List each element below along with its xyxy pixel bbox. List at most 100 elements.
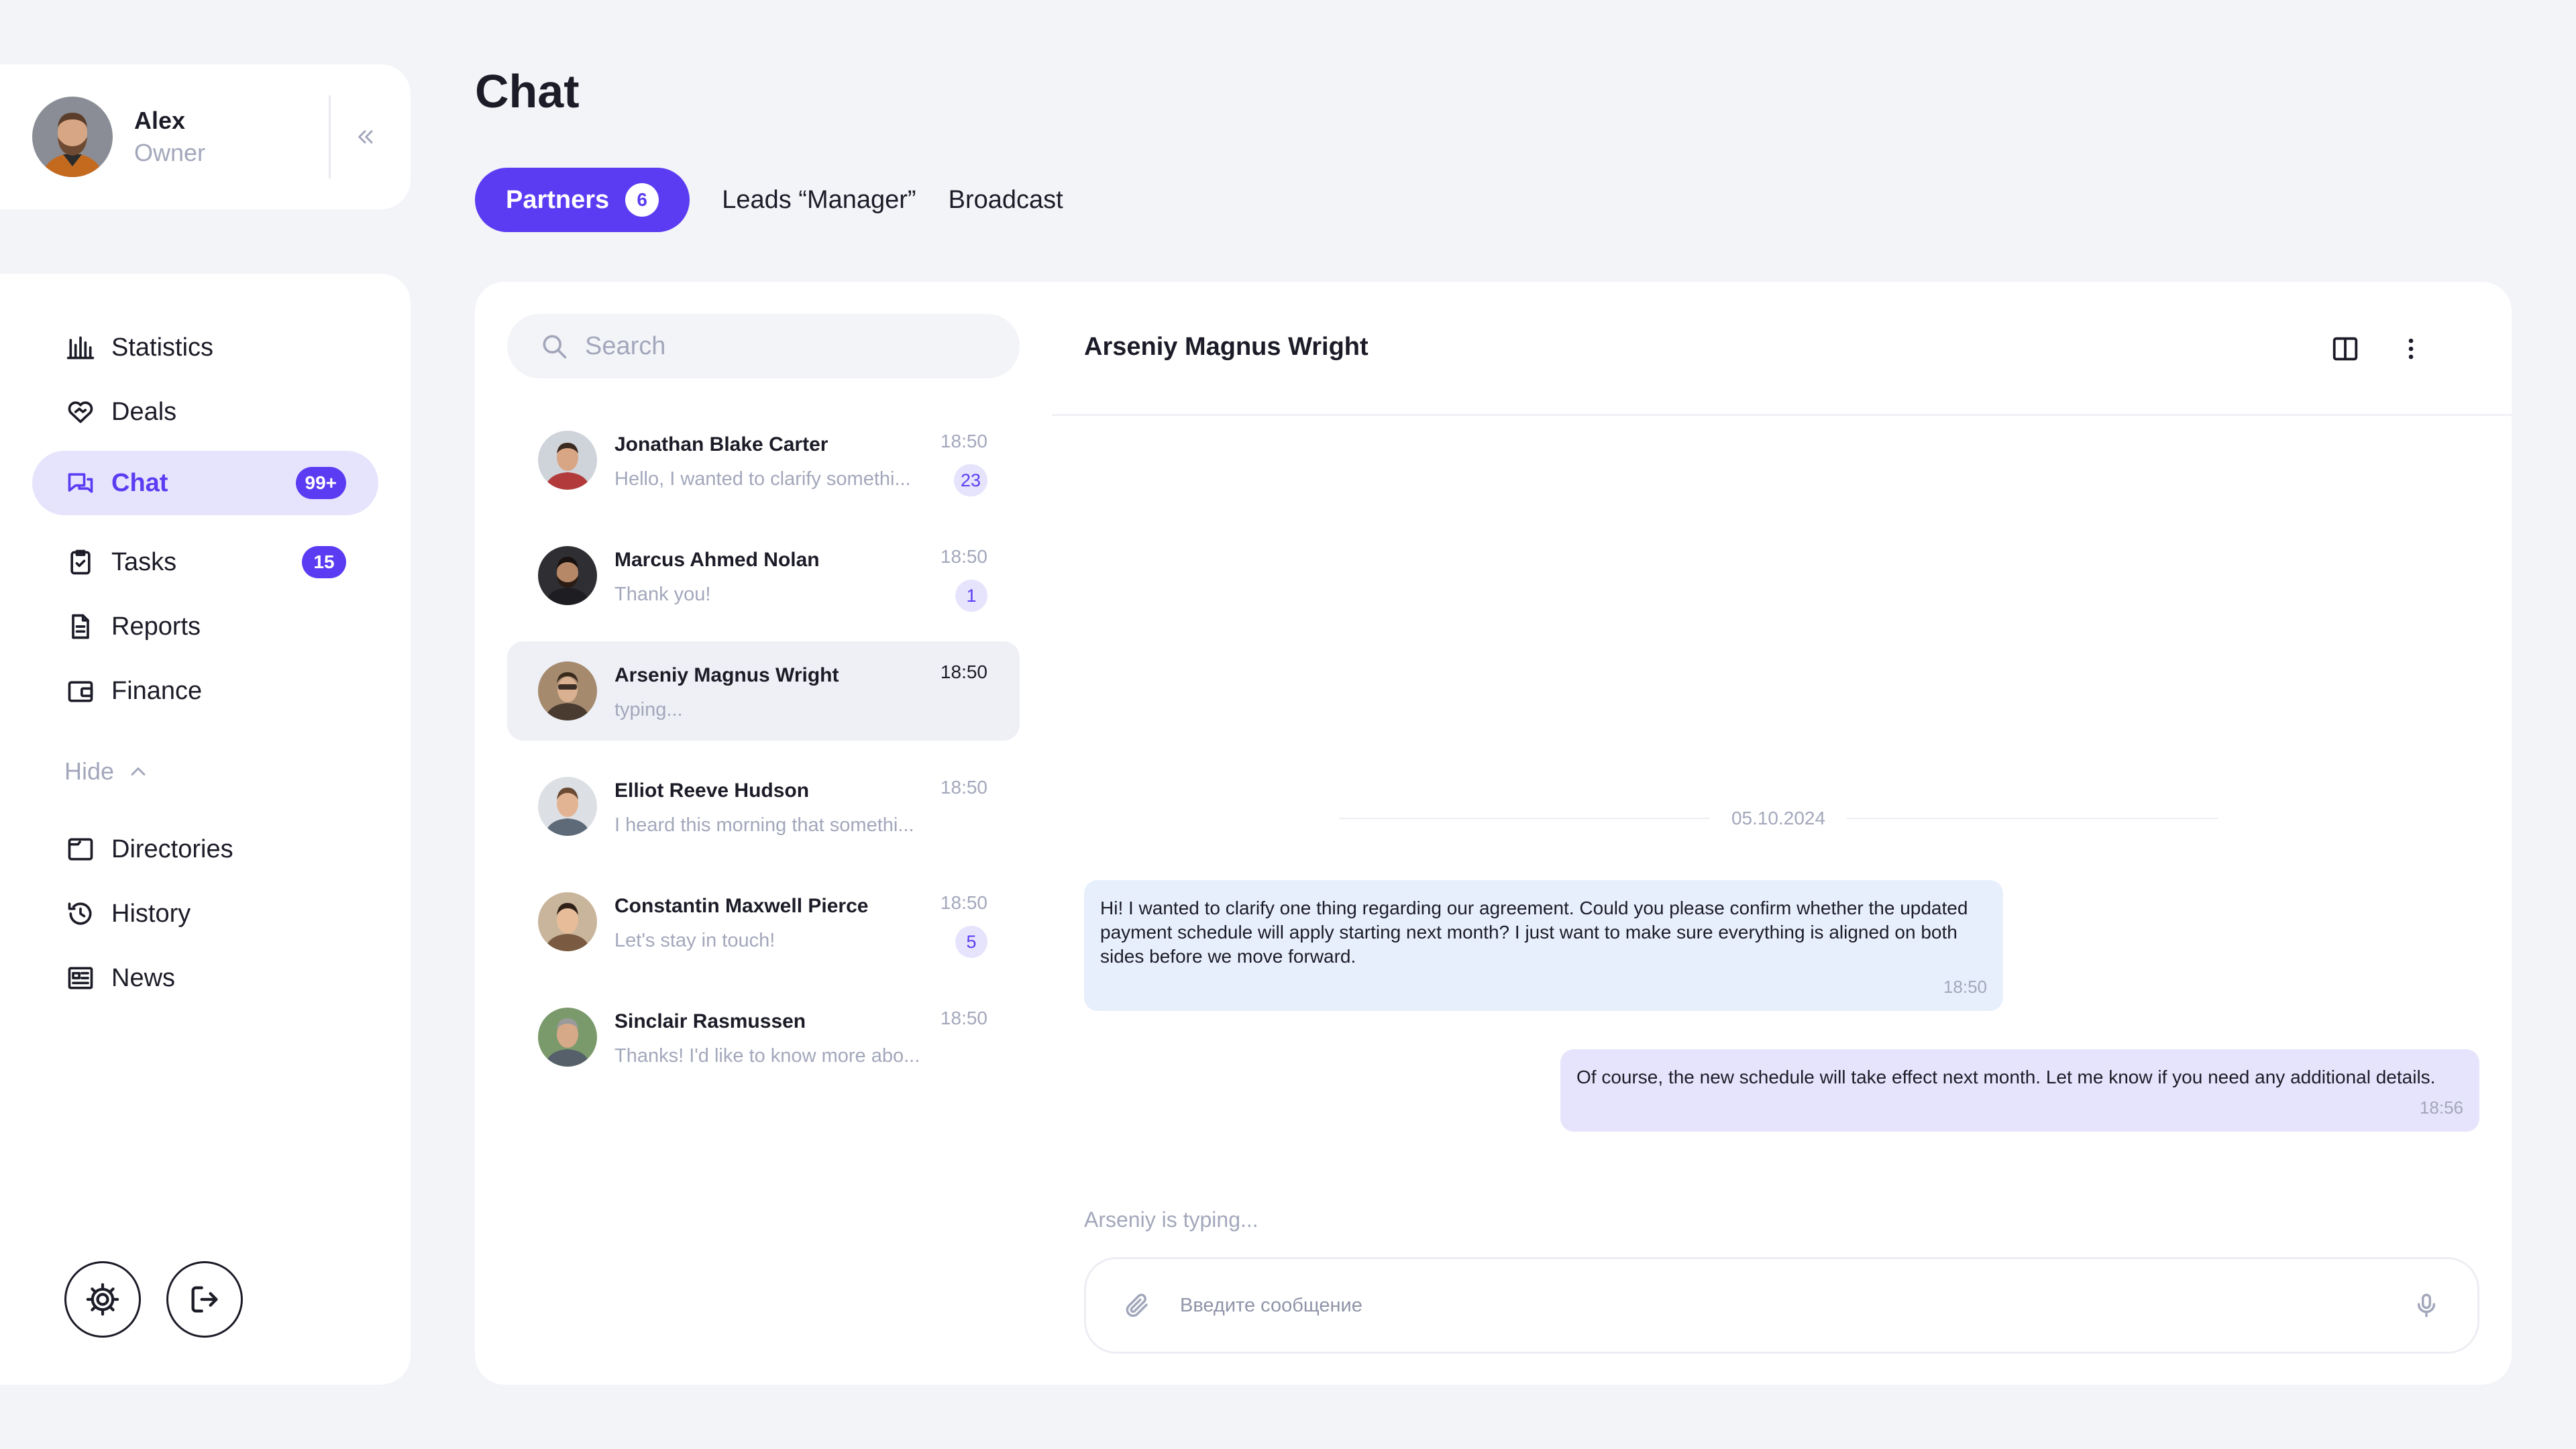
tab-label: Partners	[506, 185, 610, 214]
chevron-up-icon	[131, 767, 146, 775]
sidebar-item-chat[interactable]: Chat 99+	[32, 451, 378, 515]
unread-badge: 23	[953, 464, 987, 496]
newspaper-icon	[64, 962, 97, 994]
contact-name: Elliot Reeve Hudson	[614, 780, 810, 802]
message-text: Hi! I wanted to clarify one thing regard…	[1100, 898, 1968, 967]
message-preview: typing...	[614, 699, 683, 720]
contact-avatar	[538, 661, 597, 720]
sidebar-item-label: History	[111, 899, 191, 928]
sidebar-item-history[interactable]: History	[32, 881, 378, 946]
message-preview: Thank you!	[614, 584, 711, 605]
tab-broadcast[interactable]: Broadcast	[949, 168, 1063, 232]
unread-badge: 5	[955, 926, 987, 958]
message-preview: Let's stay in touch!	[614, 930, 775, 951]
chat-tabs: Partners 6 Leads “Manager” Broadcast	[475, 168, 1063, 232]
profile-divider	[329, 95, 331, 178]
clipboard-check-icon	[64, 546, 97, 578]
sidebar-item-label: Finance	[111, 676, 203, 705]
message-time: 18:50	[1943, 977, 1987, 997]
date-separator: 05.10.2024	[1339, 805, 2218, 832]
message-incoming: Hi! I wanted to clarify one thing regard…	[1084, 880, 2003, 1011]
gear-icon	[86, 1283, 119, 1316]
hide-toggle-label: Hide	[64, 757, 115, 785]
message-preview: I heard this morning that somethi...	[614, 814, 914, 836]
conversation-item-selected[interactable]: Arseniy Magnus Wright typing... 18:50	[507, 641, 1020, 741]
conversation-item[interactable]: Constantin Maxwell Pierce Let's stay in …	[507, 872, 1020, 971]
typing-indicator: Arseniy is typing...	[1084, 1208, 1258, 1232]
message-time: 18:50	[940, 1008, 987, 1028]
message-text: Of course, the new schedule will take ef…	[1576, 1067, 2436, 1087]
microphone-icon	[2417, 1293, 2436, 1318]
message-outgoing: Of course, the new schedule will take ef…	[1560, 1049, 2479, 1132]
conversation-item[interactable]: Sinclair Rasmussen Thanks! I'd like to k…	[507, 987, 1020, 1087]
sidebar-item-label: Tasks	[111, 547, 177, 576]
chat-bubbles-icon	[64, 467, 97, 499]
paperclip-icon	[1126, 1293, 1148, 1318]
search-icon	[543, 335, 567, 359]
logout-icon	[191, 1286, 218, 1313]
handshake-heart-icon	[64, 396, 97, 428]
tasks-count-badge: 15	[302, 546, 346, 578]
contact-avatar	[538, 777, 597, 836]
profile-card: Alex Owner	[0, 64, 411, 209]
message-composer	[1084, 1257, 2479, 1354]
message-input[interactable]	[1180, 1294, 2408, 1317]
search-input[interactable]	[585, 331, 987, 361]
sidebar-item-tasks[interactable]: Tasks 15	[32, 530, 378, 594]
message-time: 18:50	[940, 431, 987, 451]
search-box	[507, 314, 1020, 378]
sidebar-nav: Statistics Deals Chat 99+ Tasks 15 Repor…	[0, 274, 411, 1385]
sidebar-item-directories[interactable]: Directories	[32, 817, 378, 881]
contact-avatar	[538, 431, 597, 490]
date-label: 05.10.2024	[1731, 808, 1826, 828]
sidebar-item-finance[interactable]: Finance	[32, 659, 378, 723]
message-time: 18:50	[940, 777, 987, 798]
history-icon	[64, 898, 97, 930]
logout-button[interactable]	[166, 1261, 243, 1338]
chat-panel: Jonathan Blake Carter Hello, I wanted to…	[475, 282, 2512, 1385]
user-role: Owner	[134, 139, 206, 166]
tab-partners[interactable]: Partners 6	[475, 168, 690, 232]
contact-name: Arseniy Magnus Wright	[614, 664, 839, 686]
sidebar-item-statistics[interactable]: Statistics	[32, 315, 378, 380]
sidebar-item-label: News	[111, 963, 176, 992]
conversation-item[interactable]: Marcus Ahmed Nolan Thank you! 18:50 1	[507, 526, 1020, 625]
message-preview: Thanks! I'd like to know more abo...	[614, 1045, 920, 1067]
sidebar-item-label: Reports	[111, 612, 201, 641]
side-panel-icon	[2332, 337, 2358, 361]
contact-avatar	[538, 546, 597, 605]
sidebar-item-reports[interactable]: Reports	[32, 594, 378, 659]
contact-avatar	[538, 1008, 597, 1067]
contact-avatar	[538, 892, 597, 951]
user-avatar[interactable]	[32, 97, 113, 177]
hide-section-toggle[interactable]: Hide	[64, 755, 150, 788]
thread-title: Arseniy Magnus Wright	[1084, 333, 1368, 361]
contact-name: Jonathan Blake Carter	[614, 433, 828, 455]
message-time: 18:50	[940, 546, 987, 567]
contact-name: Constantin Maxwell Pierce	[614, 895, 869, 917]
tab-leads-manager[interactable]: Leads “Manager”	[722, 168, 916, 232]
sidebar-item-news[interactable]: News	[32, 946, 378, 1010]
message-preview: Hello, I wanted to clarify somethi...	[614, 468, 911, 490]
sidebar-item-deals[interactable]: Deals	[32, 380, 378, 444]
settings-button[interactable]	[64, 1261, 141, 1338]
page-title: Chat	[475, 65, 580, 117]
thread-header: Arseniy Magnus Wright	[1052, 282, 2512, 416]
chat-unread-badge: 99+	[295, 467, 346, 499]
folder-icon	[64, 833, 97, 865]
sidebar-item-label: Statistics	[111, 333, 214, 362]
message-time: 18:50	[940, 892, 987, 913]
conversation-item[interactable]: Elliot Reeve Hudson I heard this morning…	[507, 757, 1020, 856]
wallet-icon	[64, 675, 97, 707]
bar-chart-icon	[64, 331, 97, 364]
sidebar-item-label: Deals	[111, 397, 177, 426]
attach-button[interactable]	[1118, 1287, 1156, 1324]
collapse-sidebar-button[interactable]	[345, 117, 385, 157]
more-options-button[interactable]	[2392, 330, 2430, 368]
sidebar-item-label: Directories	[111, 835, 233, 863]
message-time: 18:56	[2419, 1097, 2463, 1118]
double-chevron-left-icon	[358, 130, 373, 144]
conversation-item[interactable]: Jonathan Blake Carter Hello, I wanted to…	[507, 411, 1020, 510]
voice-message-button[interactable]	[2408, 1287, 2445, 1324]
toggle-side-panel-button[interactable]	[2326, 330, 2364, 368]
